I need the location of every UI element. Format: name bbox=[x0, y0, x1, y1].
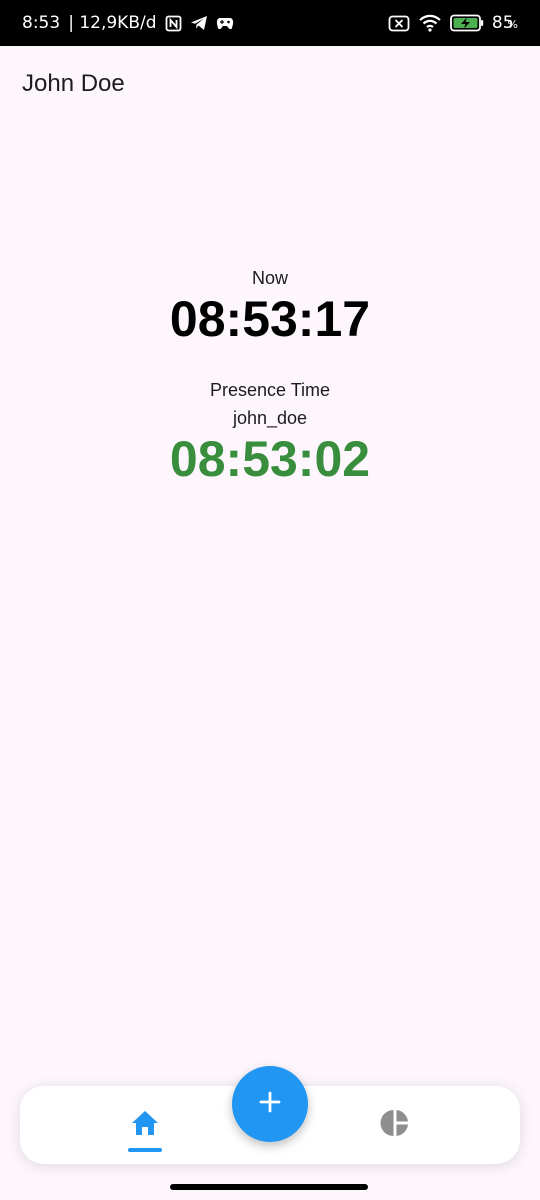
nav-statistics[interactable] bbox=[350, 1086, 440, 1164]
status-time: 8:53 bbox=[22, 13, 61, 33]
status-bar: 8:53 | 12,9KB/d 85% bbox=[0, 0, 540, 46]
battery-percentage: 85% bbox=[492, 13, 518, 33]
plus-icon bbox=[258, 1090, 282, 1119]
battery-unit: % bbox=[507, 18, 518, 31]
add-button[interactable] bbox=[232, 1066, 308, 1142]
now-time: 08:53:17 bbox=[169, 291, 371, 347]
status-right: 85% bbox=[388, 13, 518, 33]
clock-panel: Now 08:53:17 Presence Time john_doe 08:5… bbox=[0, 266, 540, 488]
now-label: Now bbox=[251, 268, 288, 288]
network-speed: | 12,9KB/d bbox=[68, 13, 157, 33]
gesture-bar[interactable] bbox=[170, 1184, 368, 1190]
nav-home[interactable] bbox=[100, 1086, 190, 1164]
sim-off-icon bbox=[388, 15, 410, 32]
presence-time: 08:53:02 bbox=[169, 431, 371, 487]
telegram-icon bbox=[190, 15, 208, 31]
username-label: john_doe bbox=[232, 408, 308, 428]
home-icon bbox=[130, 1109, 160, 1142]
battery-charging-icon bbox=[450, 14, 484, 32]
pie-chart-icon bbox=[380, 1108, 410, 1143]
nav-selected-indicator bbox=[128, 1148, 162, 1152]
nfc-icon bbox=[165, 15, 182, 32]
presence-label: Presence Time bbox=[209, 380, 331, 400]
game-icon bbox=[216, 15, 234, 31]
wifi-icon bbox=[418, 14, 442, 32]
status-left: 8:53 | 12,9KB/d bbox=[22, 13, 234, 33]
page-title: John Doe bbox=[22, 70, 125, 97]
